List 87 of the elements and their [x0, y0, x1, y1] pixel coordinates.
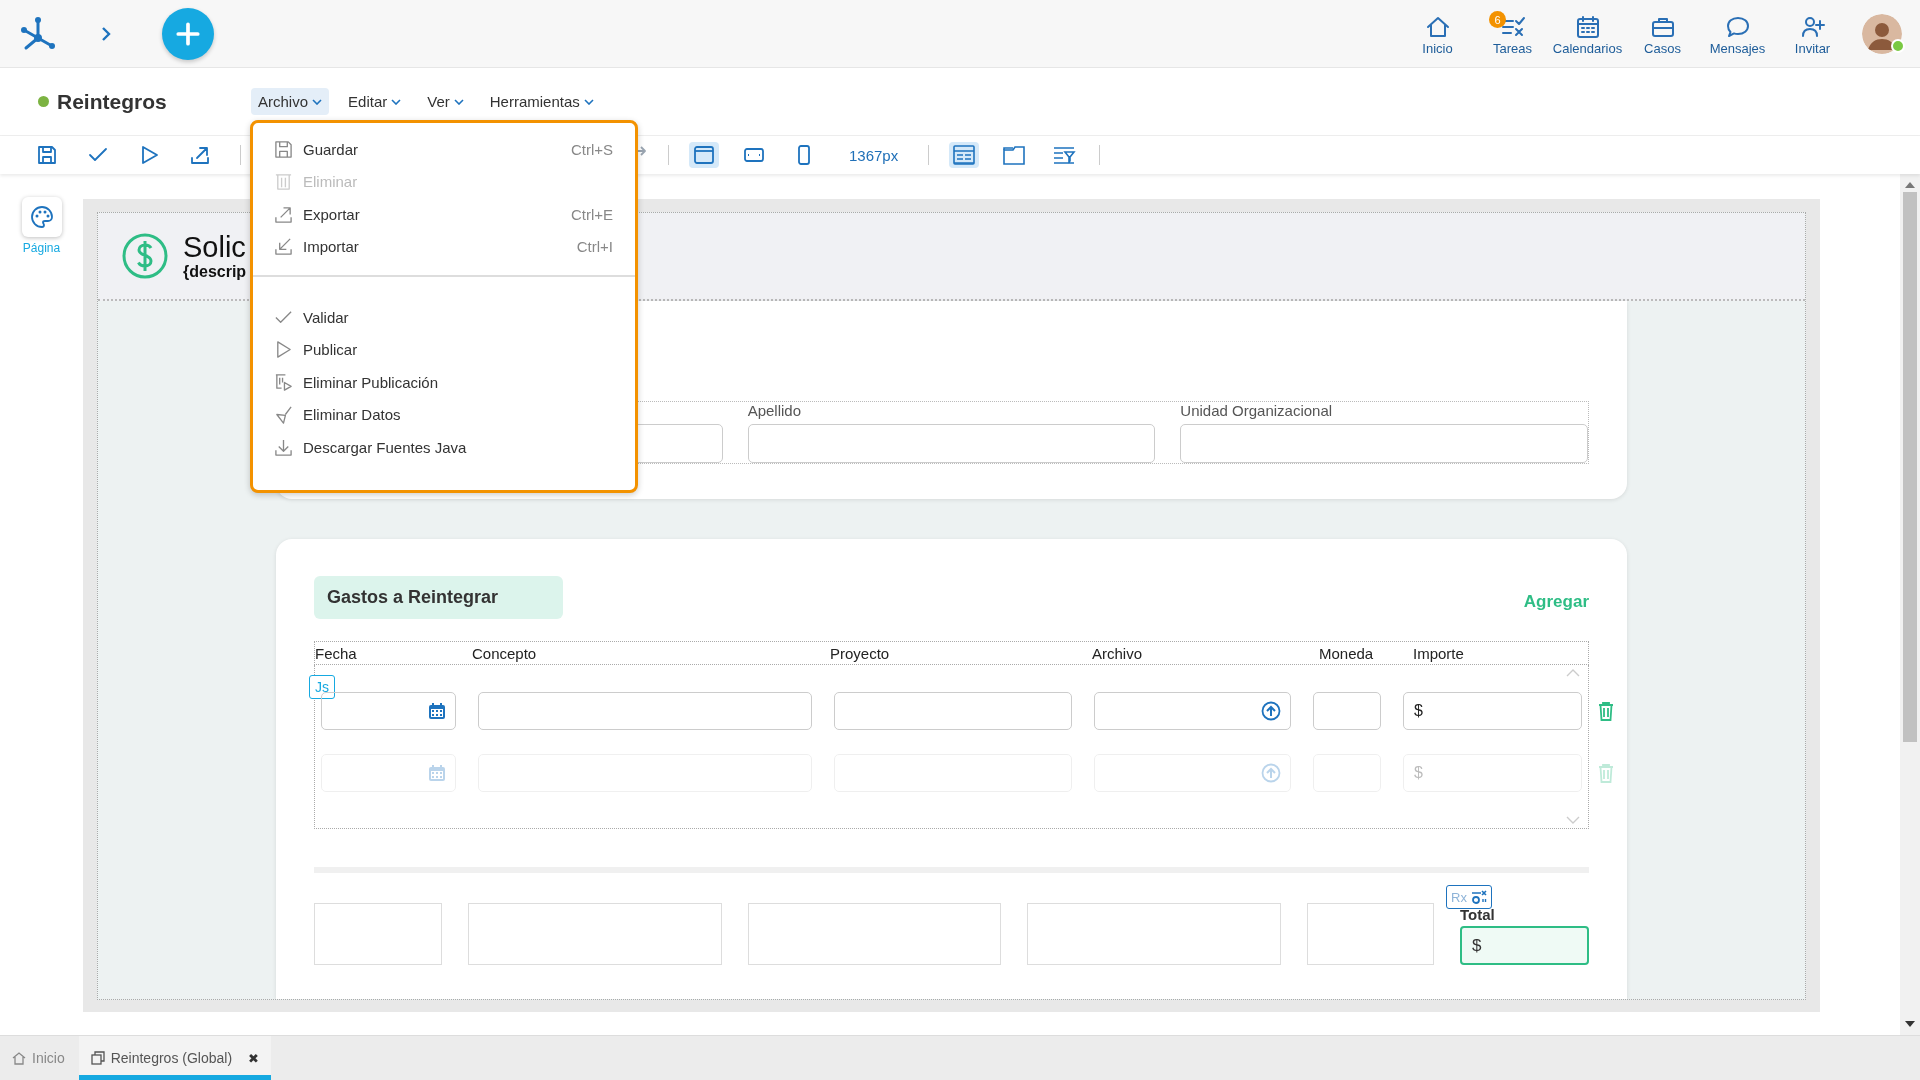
total-label: Total: [1460, 906, 1496, 923]
document-tab[interactable]: Reintegros (Global) ✖: [78, 1036, 272, 1080]
menu-item[interactable]: Archivo: [251, 88, 330, 115]
download-icon: [274, 437, 293, 457]
calendar-icon: [1574, 15, 1601, 39]
field-label: Apellido: [747, 402, 803, 420]
nav-item[interactable]: Inicio: [1400, 11, 1475, 56]
plus-icon: [175, 20, 201, 47]
width-reading: 1367px: [849, 146, 899, 164]
sidebar-label: Página: [22, 241, 61, 255]
palette-button[interactable]: [21, 197, 62, 237]
home-icon: [1424, 15, 1451, 39]
trash-icon: [274, 172, 293, 192]
briefcase-icon: [1649, 15, 1676, 39]
text-field[interactable]: [747, 424, 1156, 463]
menu-item[interactable]: Herramientas: [482, 88, 601, 115]
text-field[interactable]: [834, 692, 1072, 730]
scrollbar[interactable]: [1900, 174, 1920, 1035]
checklist-icon: [1499, 15, 1526, 39]
caret-icon: [583, 98, 594, 105]
column-header: Importe: [1413, 644, 1465, 662]
nav-item[interactable]: Mensajes: [1700, 11, 1775, 56]
upload-icon[interactable]: [1261, 701, 1281, 721]
column-header: Moneda: [1319, 644, 1375, 662]
save-icon[interactable]: [36, 144, 58, 166]
palette-icon: [29, 205, 54, 229]
count-badge: 6: [1489, 11, 1506, 28]
desktop-icon: [693, 144, 715, 166]
menu-item[interactable]: Validar: [253, 301, 635, 334]
broom-icon: [274, 405, 293, 425]
column-header: Concepto: [472, 644, 538, 662]
dollar-icon: [121, 232, 169, 280]
filter-icon: [1052, 144, 1077, 166]
unpublish-icon: [274, 372, 293, 392]
caret-icon: [312, 98, 323, 105]
chat-bubble-icon: [1724, 15, 1751, 39]
menu-item[interactable]: Guardar Ctrl+S: [253, 133, 635, 166]
form-subtitle: {descrip: [183, 263, 247, 281]
document-title: Reintegros: [57, 89, 168, 114]
section-title: Gastos a Reintegrar: [314, 576, 563, 619]
column-header: Proyecto: [830, 644, 891, 662]
form-title: Solic: [183, 231, 247, 263]
menu-item[interactable]: Importar Ctrl+I: [253, 230, 635, 263]
caret-icon: [453, 98, 464, 105]
date-field[interactable]: [321, 692, 456, 730]
form-layout-button[interactable]: [949, 142, 980, 168]
windows-icon: [90, 1051, 105, 1065]
menu-item[interactable]: Exportar Ctrl+E: [253, 198, 635, 231]
avatar[interactable]: [1862, 13, 1902, 54]
menu-item[interactable]: Descargar Fuentes Java: [253, 431, 635, 464]
menu-item[interactable]: Ver: [420, 88, 471, 115]
nav-item[interactable]: 6 Tareas: [1475, 11, 1550, 56]
column-header: Archivo: [1092, 644, 1144, 662]
total-field[interactable]: $: [1460, 926, 1589, 965]
text-field[interactable]: [1313, 692, 1381, 730]
export-icon: [274, 204, 293, 224]
form-layout-icon: [952, 144, 977, 166]
add-button[interactable]: [162, 7, 214, 60]
menu-item[interactable]: Editar: [341, 88, 409, 115]
desktop-view-button[interactable]: [689, 142, 719, 168]
nav-item[interactable]: Calendarios: [1550, 11, 1625, 56]
text-field[interactable]: [478, 692, 812, 730]
status-dot-icon: [38, 96, 49, 107]
nav-item[interactable]: Casos: [1625, 11, 1700, 56]
menu-item[interactable]: Eliminar Publicación: [253, 366, 635, 399]
text-field[interactable]: [1180, 424, 1588, 463]
menu-item[interactable]: Publicar: [253, 333, 635, 366]
close-button[interactable]: ✖: [248, 1050, 260, 1066]
play-icon: [274, 340, 293, 360]
field-label: Unidad Organizacional: [1180, 402, 1334, 420]
amount-field[interactable]: $: [1403, 692, 1582, 730]
add-person-icon: [1799, 15, 1826, 39]
scroll-up-icon[interactable]: [1905, 182, 1915, 188]
file-field[interactable]: [1094, 692, 1291, 730]
export-icon[interactable]: [189, 144, 211, 166]
chevron-right-icon[interactable]: [100, 26, 112, 41]
home-icon: [12, 1051, 26, 1065]
import-icon: [274, 237, 293, 257]
save-icon: [274, 139, 293, 159]
column-header: Fecha: [315, 644, 358, 662]
menu-item[interactable]: Eliminar Datos: [253, 398, 635, 431]
folder-icon: [1002, 144, 1027, 166]
calendar-icon[interactable]: [428, 702, 446, 720]
caret-icon: [391, 98, 402, 105]
nav-item[interactable]: Invitar: [1775, 11, 1850, 56]
scroll-down-icon[interactable]: [1905, 1021, 1915, 1027]
delete-icon[interactable]: [1598, 701, 1614, 721]
